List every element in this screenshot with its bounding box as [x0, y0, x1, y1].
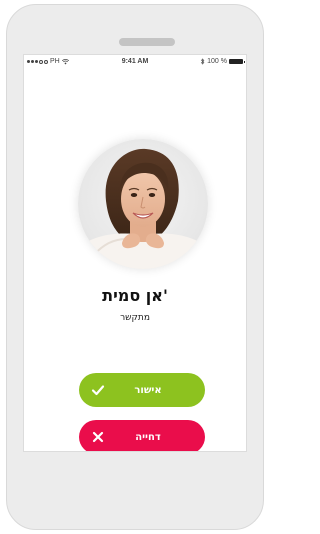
caller-name: אן סמית'	[102, 286, 168, 305]
status-bar: PH 9:41 AM 100 %	[24, 55, 246, 69]
phone-speaker	[119, 38, 175, 46]
decline-button[interactable]: דחייה	[79, 420, 205, 451]
accept-label: אישור	[134, 384, 162, 396]
bluetooth-icon	[201, 58, 205, 65]
status-right: 100 %	[200, 58, 245, 65]
checkmark-icon	[91, 385, 105, 396]
accept-button[interactable]: אישור	[79, 373, 205, 407]
battery-icon	[229, 59, 245, 64]
close-icon	[92, 431, 104, 443]
decline-label: דחייה	[135, 431, 161, 443]
caller-avatar	[78, 139, 208, 269]
call-status: מתקשר	[120, 313, 150, 323]
battery-percent: 100 %	[207, 58, 227, 65]
phone-screen: PH 9:41 AM 100 % אן סמית' מתקשר אישור דח…	[23, 54, 247, 452]
